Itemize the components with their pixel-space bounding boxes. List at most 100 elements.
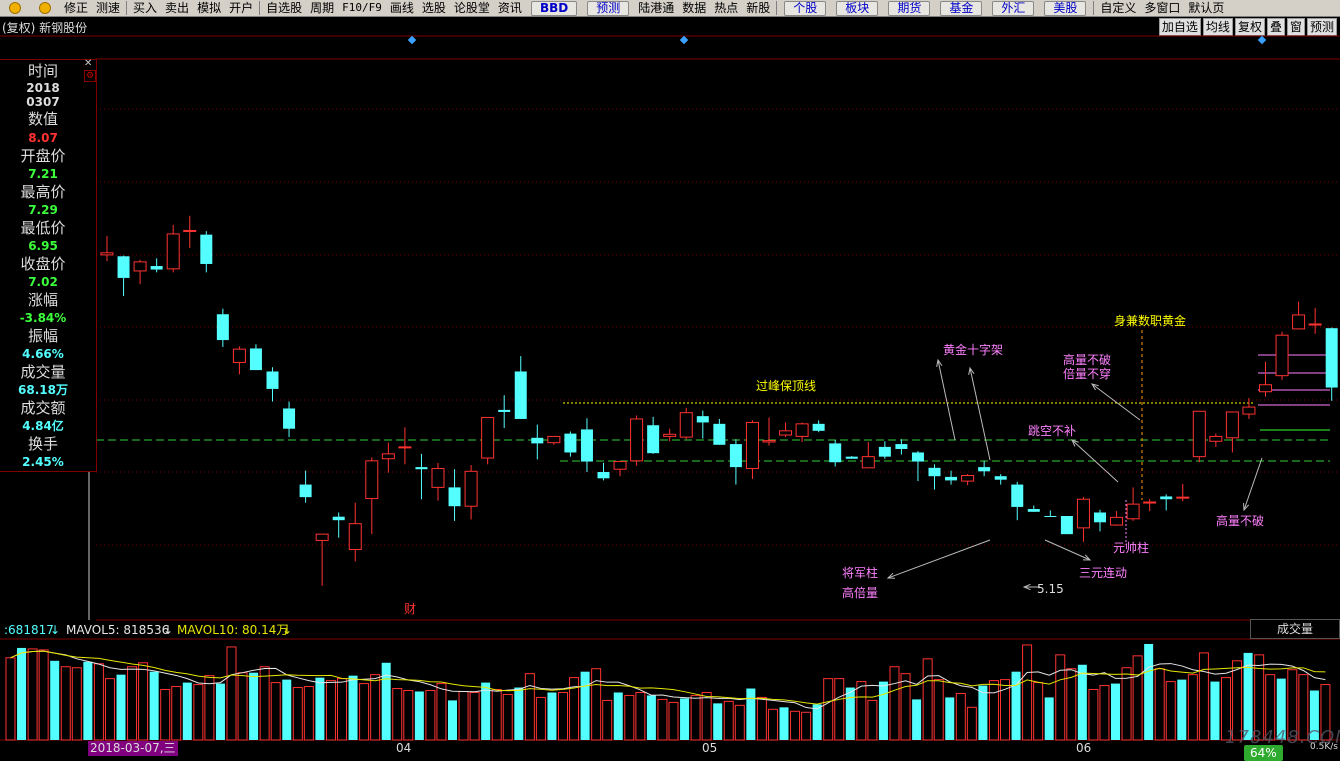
arrow-down-icon: ↓ [50,623,61,637]
candle-body [829,443,842,463]
volume-bar [502,693,513,741]
candle-body [745,421,759,470]
volume-bar [680,698,690,740]
volume-bar [215,683,225,740]
annotation-arrow [1044,539,1091,561]
volume-bar [856,681,867,741]
volume-bar [756,696,767,741]
candle-body [779,430,793,436]
volume-bar [922,658,933,741]
candle-body [249,348,262,371]
candle-body [133,261,147,272]
annotation-label: 黄金十字架 [943,342,1003,357]
volume-bar [249,672,259,740]
volume-label: 成交量 [20,363,66,381]
annotation-label: 将军柱 [842,565,878,580]
volume-bar [104,678,115,741]
volume-bar [448,700,457,740]
volume-bar [414,691,424,740]
volume-bar [988,680,999,741]
volume-bar [558,691,568,741]
candle-body [283,408,296,429]
candle-body [580,429,593,462]
candle-body [647,425,660,454]
candle-body [464,470,478,507]
volume-bar [481,682,491,740]
volume-bar [392,688,403,741]
arrow-down-icon: ↓ [163,623,174,637]
kline-chart[interactable]: 过峰保顶线黄金十字架身兼数职黄金高量不破倍量不穿跳空不补元帅柱三元连动将军柱高倍… [0,0,1340,761]
volume-bar [701,691,712,741]
volume-bar [83,661,93,740]
candle-body [1126,503,1140,520]
candle-body [299,484,312,498]
month-label: 04 [396,741,412,755]
volume-bar [900,673,911,741]
volume-bar [524,673,535,741]
close-value: 7.02 [28,275,58,289]
mavol5-value: MAVOL5: 818536 [66,623,170,637]
volume-bar [149,671,159,740]
month-label: 06 [1076,741,1092,755]
volume-bar [1055,654,1066,741]
candle-body [315,533,329,541]
volume-bar [204,675,215,741]
annotation-arrow [969,367,991,461]
annotation-label: 倍量不穿 [1063,366,1111,381]
volume-bar [259,666,270,741]
volume-bar [812,704,822,740]
candle-body [945,476,958,481]
candle-body [200,234,213,264]
settings-icon[interactable]: ⚙ [84,70,96,82]
volume-indicator-select[interactable]: 成交量 [1250,619,1340,639]
time-date: 0307 [26,95,60,109]
candle-body [1060,515,1073,535]
volume-bar [1066,668,1077,741]
candle-body [448,487,461,507]
volume-bar [746,688,756,740]
event-marker-icon [679,35,689,45]
low-label: 最低价 [20,219,66,237]
volume-bar [325,680,336,741]
volume-bar [945,697,955,740]
time-year: 2018 [26,81,60,95]
candle-body [1325,328,1338,388]
volume-bar [160,689,171,741]
volume-bar [801,711,812,741]
volume-bar [491,689,502,741]
annotation-label: 高倍量 [842,585,878,600]
candle-body [498,409,511,412]
volume-bar [71,667,82,741]
candle-body [183,229,197,232]
candle-body [1225,411,1239,439]
volume-bar [734,704,745,741]
volume-bar [50,660,60,740]
volume-bar [1000,679,1010,741]
close-icon[interactable]: ✕ [84,59,94,69]
volume-bar [381,662,391,740]
candle-body [481,417,495,459]
month-label: 05 [702,741,718,755]
cursor-date-label: 2018-03-07,三 [88,741,178,756]
turnover-label: 换手 [27,435,58,453]
candle-body [613,461,627,470]
volume-bar [1044,697,1054,740]
candle-body [1308,323,1322,326]
volume-bar [889,666,900,741]
candle-body [547,435,561,444]
volume-bar [1088,689,1099,741]
candle-body [679,412,693,438]
event-marker-icon [1257,35,1267,45]
value: 8.07 [28,131,58,145]
candle-body [1011,484,1024,507]
volume-bar [514,687,524,740]
volume-bar [547,692,557,740]
candle-body [994,476,1007,480]
time-label: 时间 [27,62,58,80]
volume-header: :681817 ↓ MAVOL5: 818536 ↓ MAVOL10: 80.1… [0,621,1340,639]
candle-body [663,433,677,437]
volume-bar [624,694,635,741]
annotation-label: 身兼数职黄金 [1114,313,1186,328]
finance-marker-label: 财 [404,602,416,616]
candle-body [878,446,891,457]
